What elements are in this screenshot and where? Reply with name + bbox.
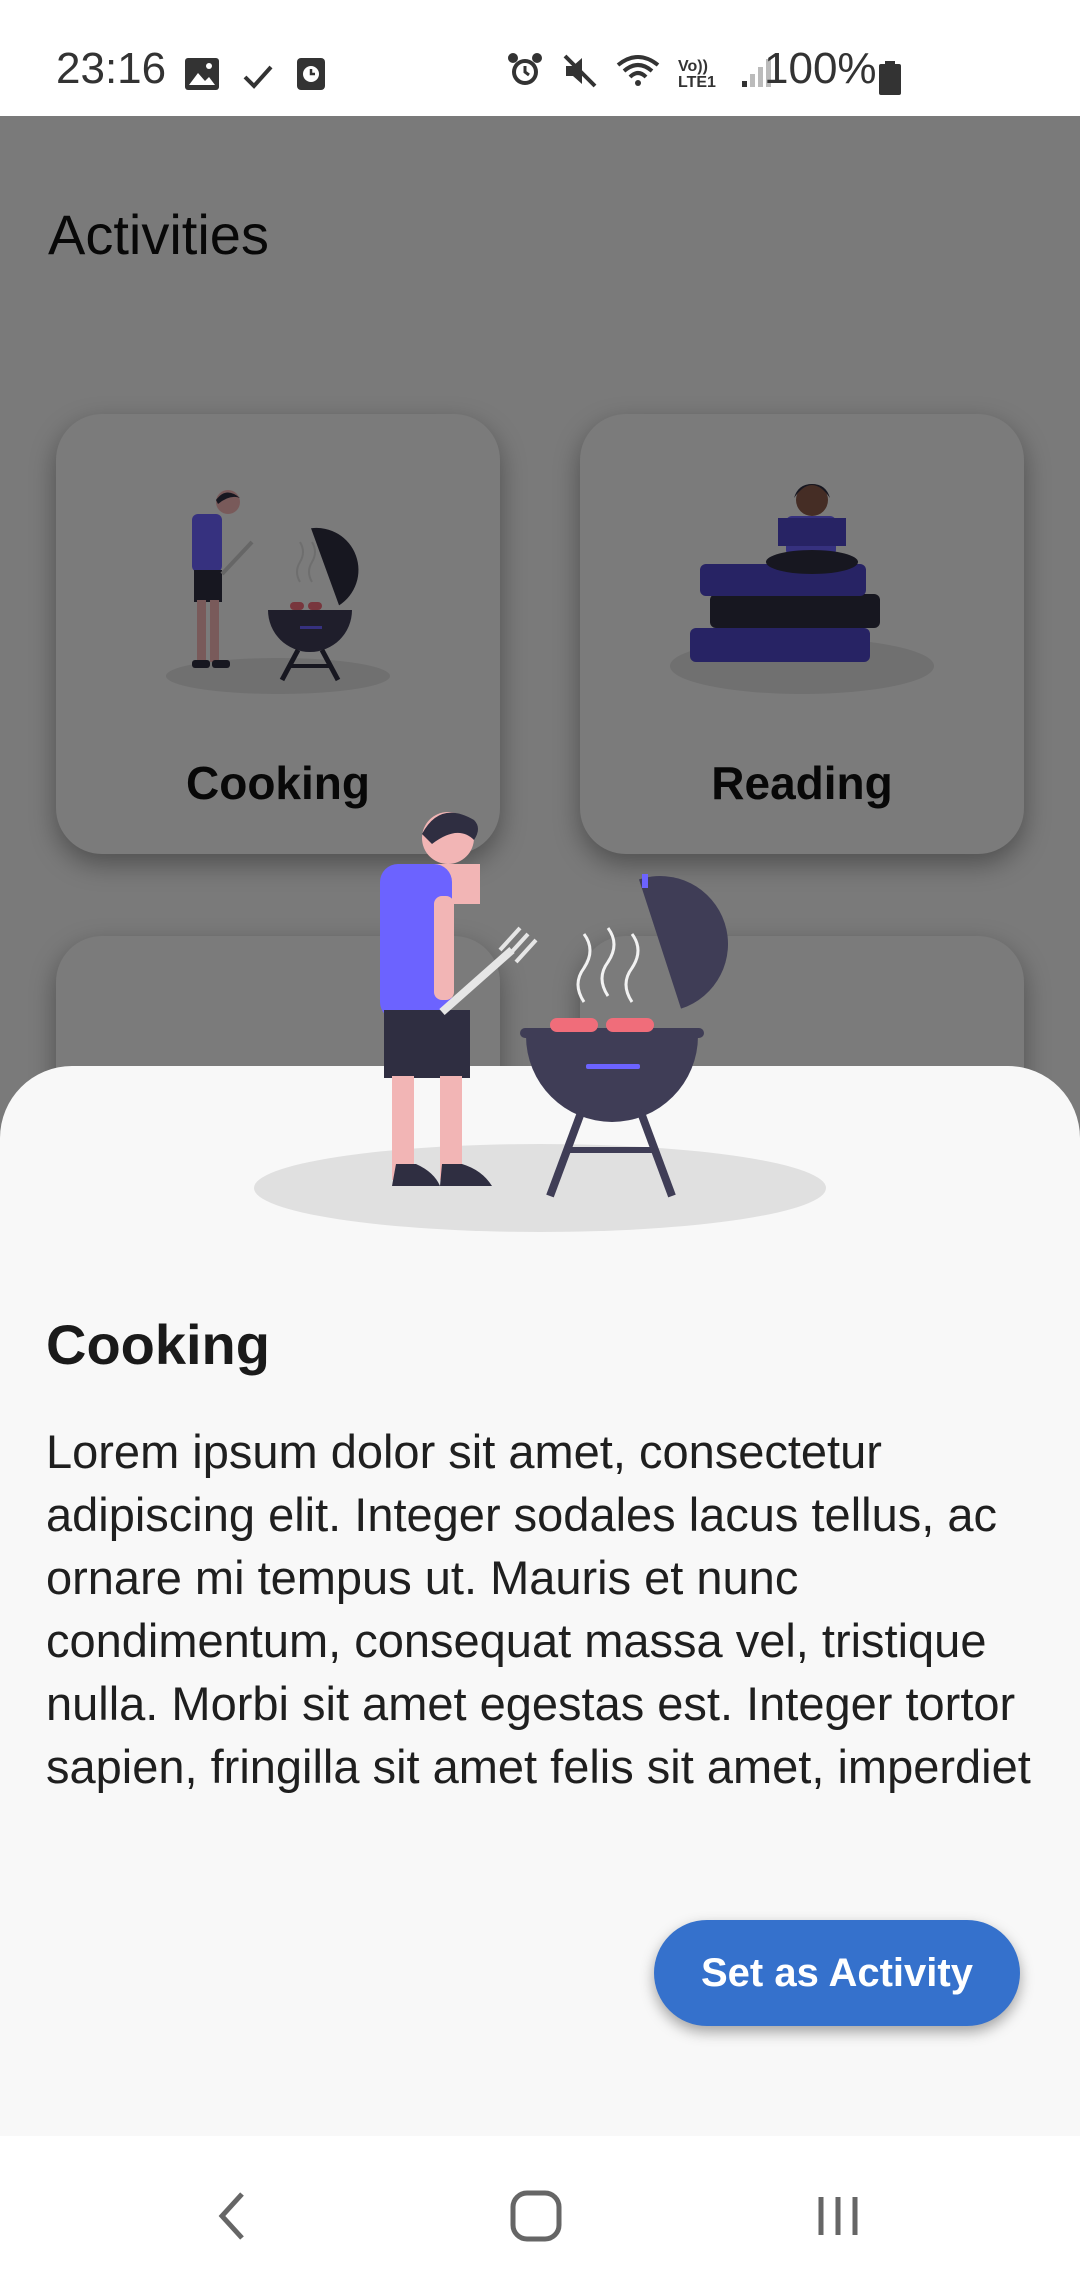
status-bar: 23:16 Vo)) LTE1 100%	[0, 0, 1080, 116]
sheet-title: Cooking	[46, 1313, 270, 1376]
image-icon	[184, 52, 220, 102]
home-icon[interactable]	[496, 2176, 576, 2256]
battery-percentage: 100%	[764, 44, 877, 93]
status-time: 23:16	[56, 44, 167, 93]
wifi-icon	[616, 50, 660, 100]
mute-icon	[562, 50, 598, 100]
set-as-activity-button[interactable]: Set as Activity	[654, 1920, 1020, 2026]
recents-icon[interactable]	[798, 2176, 878, 2256]
alarm-icon	[506, 50, 544, 100]
battery-icon	[878, 56, 902, 106]
clock-notification-icon	[296, 52, 326, 102]
system-navigation-bar	[0, 2136, 1080, 2280]
check-icon	[242, 52, 274, 102]
activity-description: Lorem ipsum dolor sit amet, consectetur …	[46, 1425, 1031, 1793]
cooking-illustration	[254, 812, 826, 1232]
back-chevron-icon[interactable]	[192, 2176, 272, 2256]
volte-icon: Vo)) LTE1	[678, 58, 716, 91]
